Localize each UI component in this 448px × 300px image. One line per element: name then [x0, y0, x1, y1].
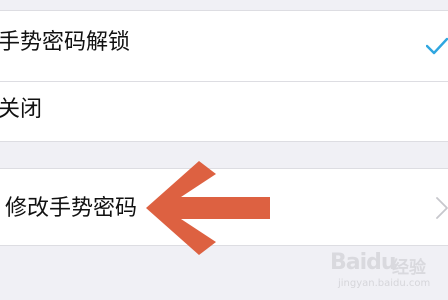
watermark-brand: Baidu [330, 250, 397, 275]
option-gesture-unlock-label: 手势密码解锁 [0, 30, 131, 55]
watermark-url: jingyan.baidu.com [338, 278, 431, 289]
option-off-label: 关闭 [0, 97, 43, 122]
option-gesture-unlock[interactable]: 手势密码解锁 [0, 11, 448, 81]
chevron-right-icon [436, 197, 448, 219]
arrow-left-icon [146, 161, 270, 255]
check-icon [426, 37, 448, 55]
watermark-suffix: 经验 [392, 258, 426, 278]
modify-gesture-password-label: 修改手势密码 [5, 196, 138, 221]
unlock-options-group: 手势密码解锁 关闭 [0, 11, 448, 142]
option-off[interactable]: 关闭 [0, 82, 448, 141]
baidu-watermark: Baidu 经验 jingyan.baidu.com [330, 244, 440, 298]
